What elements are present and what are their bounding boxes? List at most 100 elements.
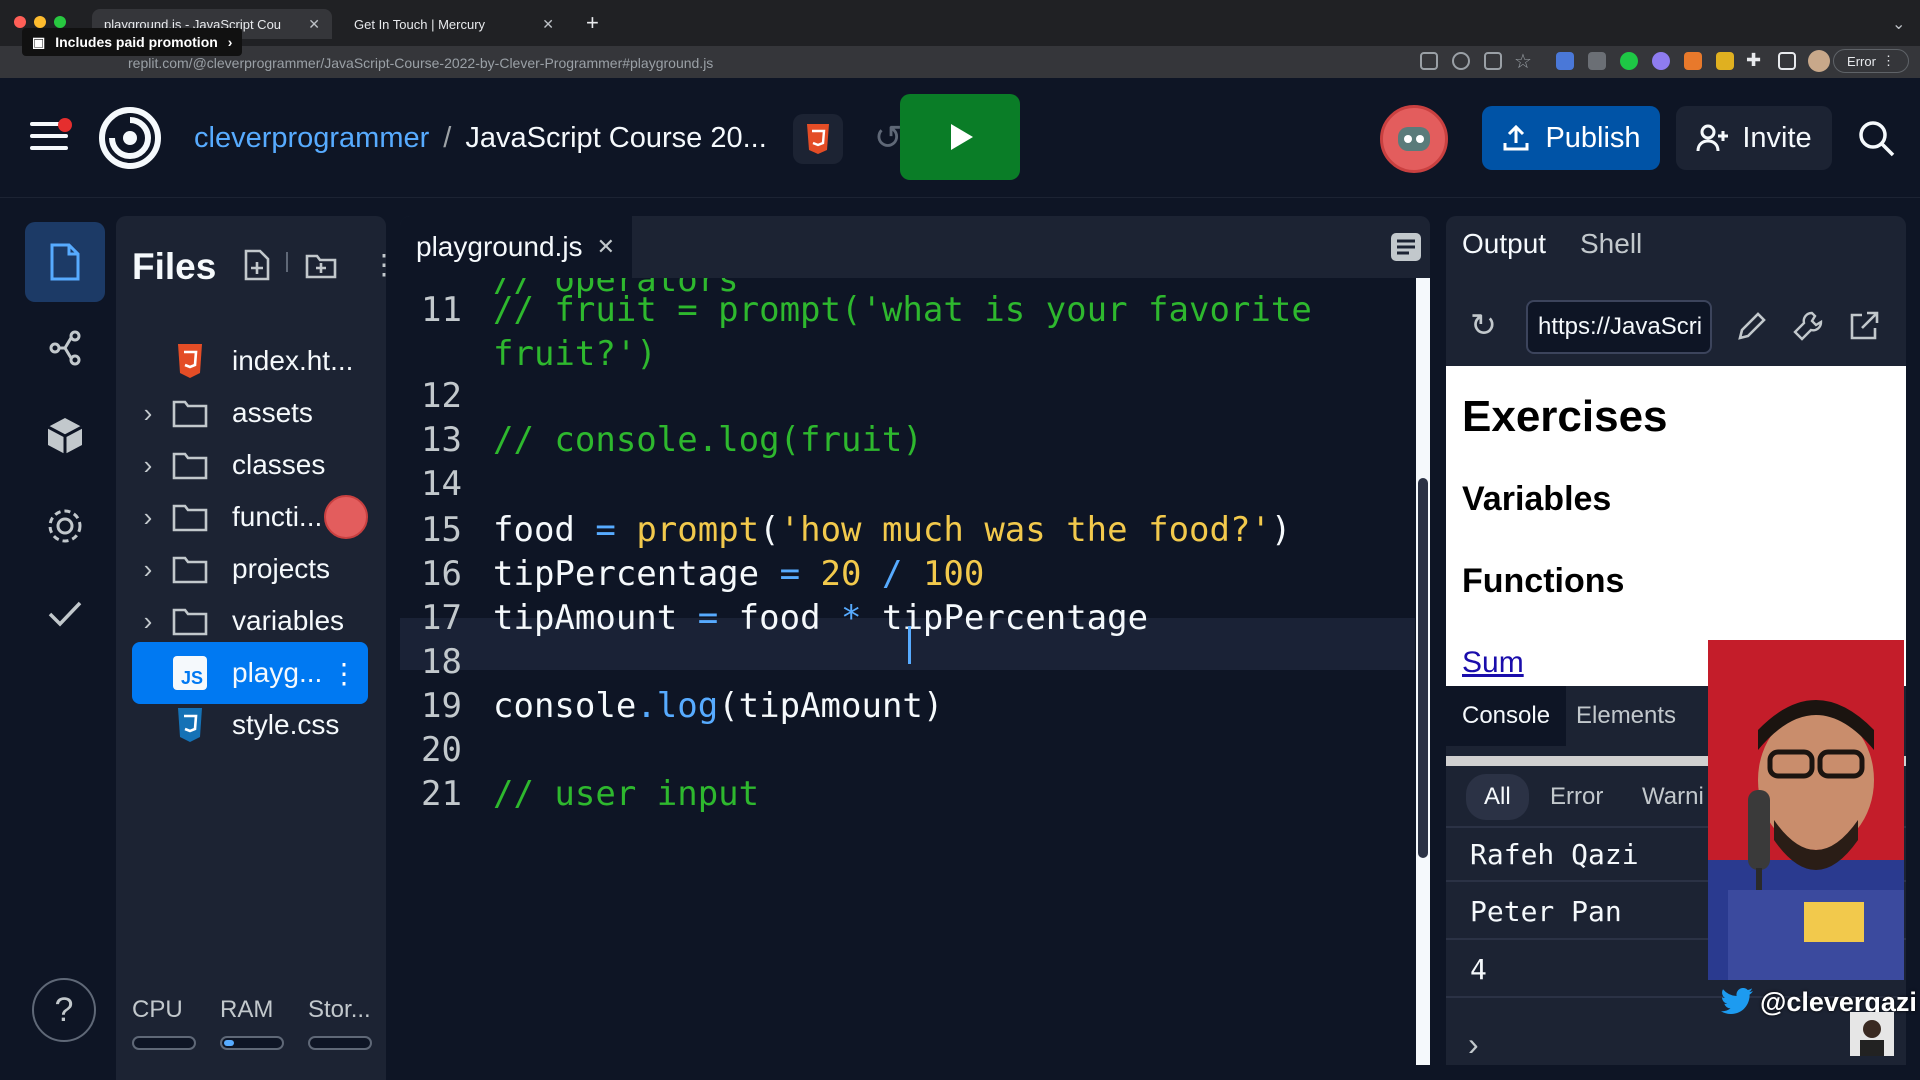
user-avatar[interactable] xyxy=(1380,105,1448,173)
code-token: console xyxy=(493,686,637,726)
extension-icon[interactable] xyxy=(1556,52,1574,70)
edit-pencil-icon[interactable] xyxy=(1736,310,1768,342)
packages-tool-button[interactable] xyxy=(25,396,105,476)
refresh-icon[interactable]: ↻ xyxy=(1470,306,1497,344)
tab-elements[interactable]: Elements xyxy=(1560,686,1692,746)
sidebar-toggle-icon[interactable] xyxy=(1778,52,1796,70)
open-new-window-icon[interactable] xyxy=(1848,310,1880,342)
chevron-right-icon: › xyxy=(227,34,233,50)
address-bar: replit.com/@cleverprogrammer/JavaScript-… xyxy=(0,46,1920,78)
tab-console[interactable]: Console xyxy=(1446,686,1567,746)
extension-icon[interactable] xyxy=(1684,52,1702,70)
file-tree-label: index.ht... xyxy=(232,345,354,376)
extension-icon[interactable] xyxy=(1716,52,1734,70)
collaborator-avatar[interactable] xyxy=(324,495,368,539)
promotion-label: Includes paid promotion xyxy=(55,34,218,50)
breadcrumb-owner[interactable]: cleverprogrammer xyxy=(194,122,429,155)
error-status-pill[interactable]: Error ⋮ xyxy=(1833,49,1909,73)
replit-logo-icon[interactable] xyxy=(98,106,162,170)
external-link-icon[interactable] xyxy=(1420,52,1438,70)
tab-shell[interactable]: Shell xyxy=(1580,228,1642,272)
code-editor-pane: playground.js ✕ // operators 11// fruit … xyxy=(400,216,1430,1065)
file-tree-item[interactable]: style.css xyxy=(132,694,368,756)
invite-button[interactable]: Invite xyxy=(1676,106,1832,170)
wrench-icon[interactable] xyxy=(1792,310,1824,342)
checks-tool-button[interactable] xyxy=(25,574,105,654)
extension-icon[interactable] xyxy=(1588,52,1606,70)
run-button[interactable] xyxy=(900,94,1020,180)
tab-search-icon[interactable]: ⌄ xyxy=(1892,14,1905,34)
code-token: * xyxy=(841,598,862,638)
paid-promotion-banner[interactable]: ▣ Includes paid promotion › xyxy=(22,28,243,56)
html-language-icon[interactable] xyxy=(793,114,843,164)
puzzle-extensions-icon[interactable]: ✚ xyxy=(1746,50,1761,71)
more-vert-icon[interactable]: ⋮ xyxy=(370,248,398,281)
share-icon[interactable] xyxy=(1484,52,1502,70)
presenter-video xyxy=(1708,640,1904,980)
chevron-right-icon[interactable]: › xyxy=(132,398,164,429)
folder-icon xyxy=(172,452,208,480)
sum-link[interactable]: Sum xyxy=(1462,646,1524,680)
error-label: Error xyxy=(1847,53,1876,69)
chevron-right-icon[interactable]: › xyxy=(132,606,164,637)
code-token: 20 xyxy=(820,554,862,594)
code-area[interactable]: // operators 11// fruit = prompt('what i… xyxy=(400,278,1430,1065)
console-prompt-chevron-icon[interactable]: › xyxy=(1468,1026,1479,1063)
line-number: 16 xyxy=(421,554,462,594)
tab-output[interactable]: Output xyxy=(1462,228,1546,272)
html-icon-wrap xyxy=(170,344,210,378)
close-tab-icon[interactable]: ✕ xyxy=(597,234,615,260)
new-tab-button[interactable]: + xyxy=(586,10,599,36)
git-tool-button[interactable] xyxy=(25,308,105,388)
file-tree-label: playg... xyxy=(232,657,323,688)
close-window-icon[interactable] xyxy=(14,16,26,28)
browser-tab[interactable]: Get In Touch | Mercury ✕ xyxy=(342,9,566,39)
section-heading-variables: Variables xyxy=(1462,480,1612,518)
editor-options-icon[interactable] xyxy=(1390,232,1422,262)
browser-chrome: playground.js - JavaScript Cou ✕ Get In … xyxy=(0,0,1920,78)
new-file-icon[interactable] xyxy=(240,248,274,282)
more-vert-icon: ⋮ xyxy=(1881,53,1895,68)
code-token: 'how much was the food?' xyxy=(779,510,1271,550)
code-token: food xyxy=(493,510,596,550)
chevron-right-icon[interactable]: › xyxy=(132,502,164,533)
webview-url-field[interactable]: https://JavaScri xyxy=(1526,300,1712,354)
chevron-right-icon[interactable]: › xyxy=(132,450,164,481)
extension-icon[interactable] xyxy=(1620,52,1638,70)
close-tab-icon[interactable]: ✕ xyxy=(308,16,320,33)
settings-tool-button[interactable] xyxy=(25,486,105,566)
zoom-icon[interactable] xyxy=(1452,52,1470,70)
project-title[interactable]: JavaScript Course 20... xyxy=(465,122,766,155)
filter-warning[interactable]: Warni xyxy=(1642,774,1704,820)
filter-error[interactable]: Error xyxy=(1550,774,1603,820)
toolbar-divider xyxy=(286,252,288,272)
code-line: food = prompt('how much was the food?') xyxy=(493,510,1291,550)
filter-all[interactable]: All xyxy=(1466,774,1529,820)
search-icon[interactable] xyxy=(1856,118,1896,158)
url-field[interactable]: replit.com/@cleverprogrammer/JavaScript-… xyxy=(128,52,1378,74)
new-folder-icon[interactable] xyxy=(304,248,338,282)
files-tool-button[interactable] xyxy=(25,222,105,302)
editor-scrollbar-thumb[interactable] xyxy=(1418,478,1428,858)
text-cursor xyxy=(908,626,911,664)
profile-avatar[interactable] xyxy=(1808,50,1830,72)
channel-avatar xyxy=(1850,1012,1894,1056)
close-tab-icon[interactable]: ✕ xyxy=(542,16,554,33)
extension-icon[interactable] xyxy=(1652,52,1670,70)
folder-icon-wrap xyxy=(170,604,210,638)
help-icon[interactable]: ? xyxy=(32,978,96,1042)
maximize-window-icon[interactable] xyxy=(54,16,66,28)
code-line: console.log(tipAmount) xyxy=(493,686,943,726)
folder-icon-wrap xyxy=(170,500,210,534)
chevron-right-icon[interactable]: › xyxy=(132,554,164,585)
bookmark-star-icon[interactable]: ☆ xyxy=(1514,49,1532,74)
publish-button[interactable]: Publish xyxy=(1482,106,1660,170)
minimize-window-icon[interactable] xyxy=(34,16,46,28)
code-token: food xyxy=(718,598,842,638)
more-vert-icon[interactable]: ⋮ xyxy=(330,657,358,690)
editor-tab-playground[interactable]: playground.js ✕ xyxy=(400,216,632,278)
file-tree-label: classes xyxy=(232,449,326,480)
line-number: 13 xyxy=(421,420,462,460)
code-token: ( xyxy=(759,510,780,550)
